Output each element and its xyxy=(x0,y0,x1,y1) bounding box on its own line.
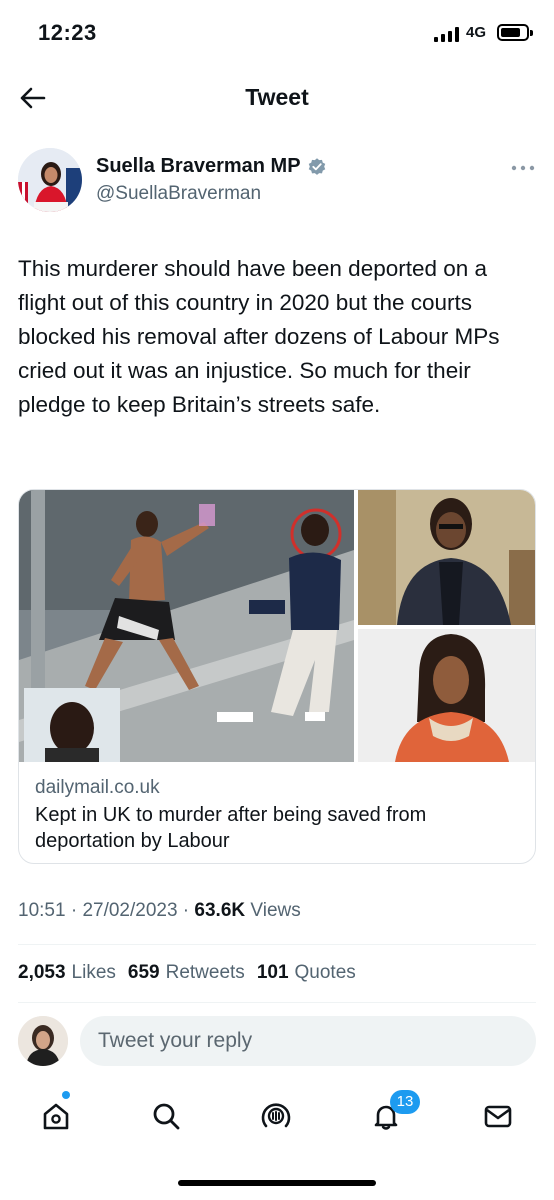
verified-badge-icon xyxy=(308,157,325,175)
views-label: Views xyxy=(250,900,301,921)
home-icon xyxy=(43,1103,69,1130)
divider xyxy=(18,944,536,945)
quotes-label: Quotes xyxy=(294,962,356,983)
link-card[interactable]: dailymail.co.uk Kept in UK to murder aft… xyxy=(18,489,536,864)
views-count: 63.6K xyxy=(194,900,246,921)
tweet-time[interactable]: 10:51 xyxy=(18,900,66,921)
bottom-nav xyxy=(0,1078,554,1150)
retweets-stat[interactable]: 659 Retweets xyxy=(128,962,245,984)
divider xyxy=(18,1002,536,1003)
status-bar: 12:23 4G xyxy=(0,0,554,64)
more-options-button[interactable] xyxy=(508,158,538,178)
signal-icon xyxy=(434,26,460,42)
status-time: 12:23 xyxy=(38,20,97,45)
spaces-icon xyxy=(261,1103,291,1128)
card-title: Kept in UK to murder after being saved f… xyxy=(35,804,427,852)
messages-icon xyxy=(484,1105,512,1128)
user-avatar[interactable] xyxy=(18,1016,68,1066)
tweet-meta: 10:51 · 27/02/2023 · 63.6K Views xyxy=(18,900,301,921)
card-image xyxy=(19,490,535,762)
likes-label: Likes xyxy=(71,962,116,983)
page-title: Tweet xyxy=(245,84,309,110)
author-avatar[interactable] xyxy=(18,148,82,212)
card-domain: dailymail.co.uk xyxy=(35,777,160,798)
tweet-date[interactable]: 27/02/2023 xyxy=(82,900,177,921)
quotes-stat[interactable]: 101 Quotes xyxy=(257,962,356,984)
home-indicator xyxy=(178,1180,376,1186)
new-content-dot xyxy=(62,1091,70,1099)
likes-count: 2,053 xyxy=(18,962,66,983)
battery-icon xyxy=(497,24,533,41)
more-horizontal-icon xyxy=(511,165,535,171)
nav-spaces[interactable] xyxy=(256,1096,296,1136)
author-name[interactable]: Suella Braverman MP xyxy=(96,155,301,178)
tweet-header: Tweet xyxy=(0,64,554,134)
retweets-count: 659 xyxy=(127,962,160,983)
nav-home[interactable] xyxy=(36,1096,76,1136)
tweet-text: This murderer should have been deported … xyxy=(18,256,500,417)
likes-stat[interactable]: 2,053 Likes xyxy=(18,962,116,984)
card-info[interactable]: dailymail.co.uk Kept in UK to murder aft… xyxy=(19,762,535,863)
reply-input[interactable] xyxy=(80,1016,536,1066)
author-name-row[interactable]: Suella Braverman MP xyxy=(96,155,327,178)
search-icon xyxy=(153,1103,180,1130)
nav-search[interactable] xyxy=(146,1096,186,1136)
quotes-count: 101 xyxy=(256,962,289,983)
engagement-stats: 2,053 Likes 659 Retweets 101 Quotes xyxy=(18,962,356,984)
author-handle[interactable]: @SuellaBraverman xyxy=(96,183,261,205)
network-type: 4G xyxy=(466,24,487,41)
notification-badge: 13 xyxy=(390,1090,420,1114)
retweets-label: Retweets xyxy=(165,962,245,983)
nav-messages[interactable] xyxy=(478,1096,518,1136)
